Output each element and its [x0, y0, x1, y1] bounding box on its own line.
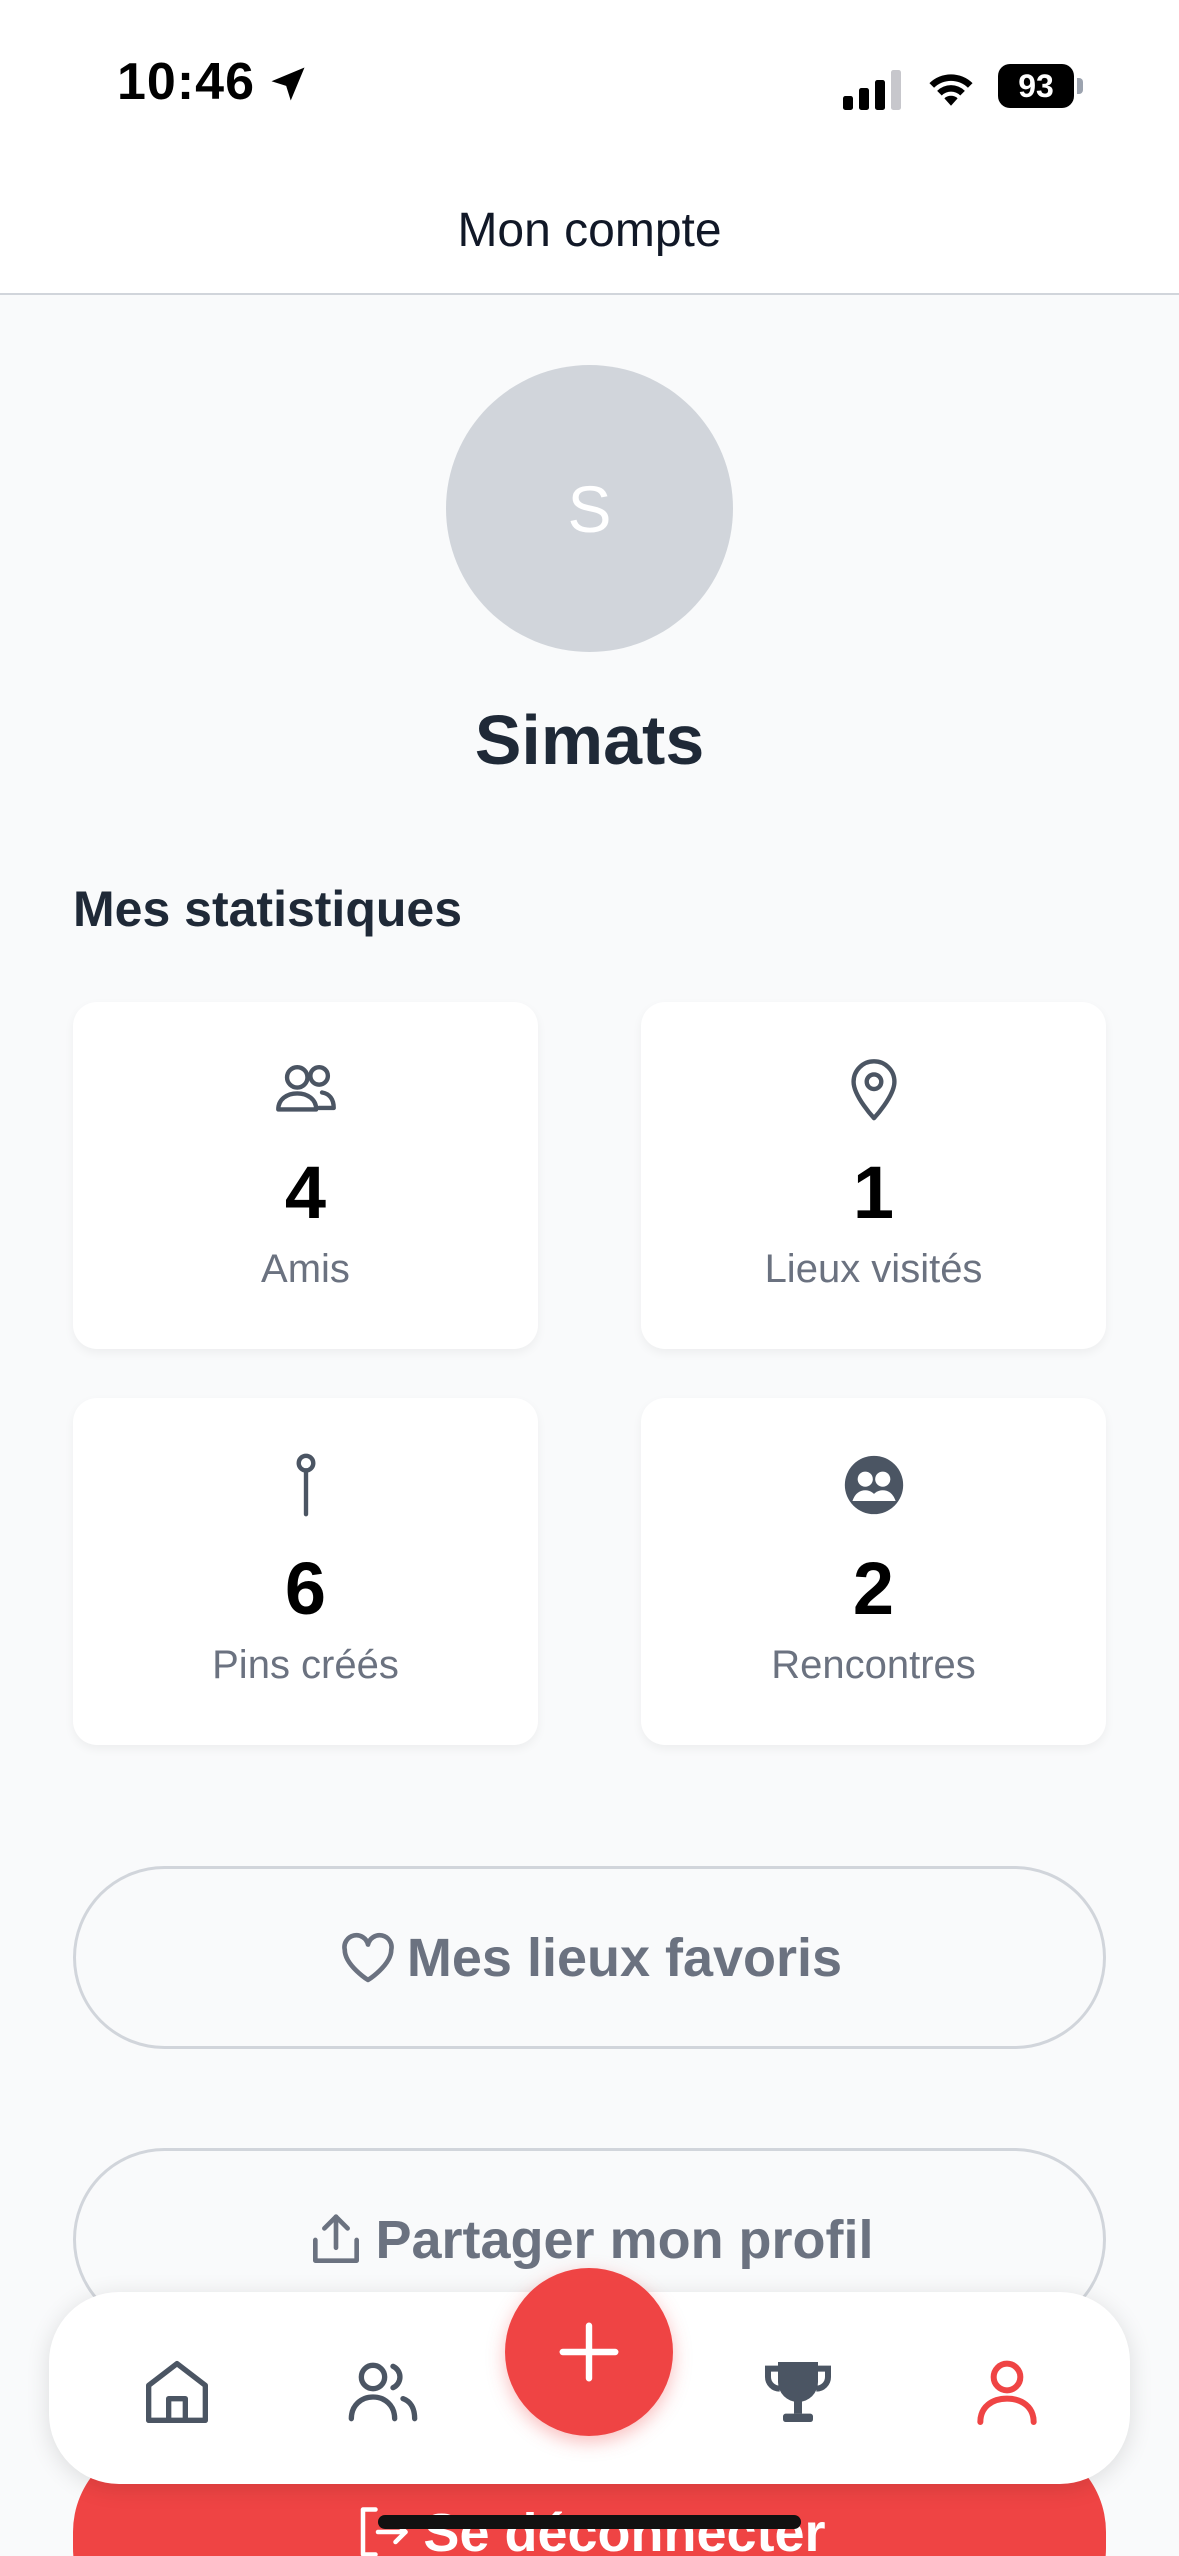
add-icon — [559, 2322, 619, 2382]
cellular-signal-icon — [843, 70, 901, 110]
battery-tip — [1077, 78, 1083, 94]
stat-value: 6 — [284, 1547, 327, 1630]
favorites-button[interactable]: Mes lieux favoris — [73, 1866, 1106, 2049]
map-pin-icon — [850, 1059, 897, 1121]
pushpin-icon — [296, 1453, 315, 1517]
add-button[interactable] — [505, 2268, 673, 2436]
stat-label: Rencontres — [771, 1643, 976, 1687]
tab-trophy[interactable] — [758, 2352, 838, 2432]
friends-icon — [275, 1064, 336, 1112]
tab-friends[interactable] — [343, 2352, 423, 2432]
home-indicator — [378, 2515, 801, 2529]
stat-card-friends[interactable]: 4 Amis — [73, 1002, 538, 1349]
trophy-icon — [765, 2362, 831, 2422]
stat-label: Lieux visités — [764, 1247, 983, 1291]
stat-label: Amis — [261, 1247, 350, 1291]
logout-label: Se déconnecter — [423, 2503, 826, 2556]
home-icon — [146, 2361, 208, 2423]
stat-label: Pins créés — [212, 1643, 399, 1687]
battery-indicator: 93 — [998, 64, 1074, 108]
favorites-button-label: Mes lieux favoris — [406, 1927, 843, 1988]
header: Mon compte — [0, 175, 1179, 295]
share-icon — [313, 2213, 360, 2263]
avatar-initial: S — [567, 471, 612, 546]
location-arrow-icon — [271, 67, 305, 101]
user-name: Simats — [474, 701, 705, 779]
logout-icon — [361, 2507, 409, 2556]
stat-value: 2 — [852, 1547, 895, 1630]
profile-icon — [977, 2360, 1037, 2425]
stat-card-places[interactable]: 1 Lieux visités — [641, 1002, 1106, 1349]
friends-icon — [348, 2362, 418, 2422]
page-title: Mon compte — [457, 204, 722, 257]
stat-value: 4 — [284, 1151, 327, 1234]
status-time: 10:46 — [117, 53, 255, 111]
tab-profile[interactable] — [967, 2352, 1047, 2432]
share-profile-label: Partager mon profil — [375, 2209, 874, 2270]
stat-card-encounters[interactable]: 2 Rencontres — [641, 1398, 1106, 1745]
stat-card-pins[interactable]: 6 Pins créés — [73, 1398, 538, 1745]
wifi-icon — [929, 74, 973, 106]
avatar[interactable]: S — [446, 365, 733, 652]
people-circle-icon — [844, 1455, 903, 1515]
stats-section-title: Mes statistiques — [73, 881, 463, 937]
heart-icon — [342, 1932, 394, 1982]
stat-value: 1 — [852, 1151, 895, 1234]
status-bar: 10:46 93 — [0, 0, 1179, 175]
account-screen: 10:46 93 Mon compte S Simats Mes statist… — [0, 0, 1179, 2556]
tab-home[interactable] — [137, 2352, 217, 2432]
